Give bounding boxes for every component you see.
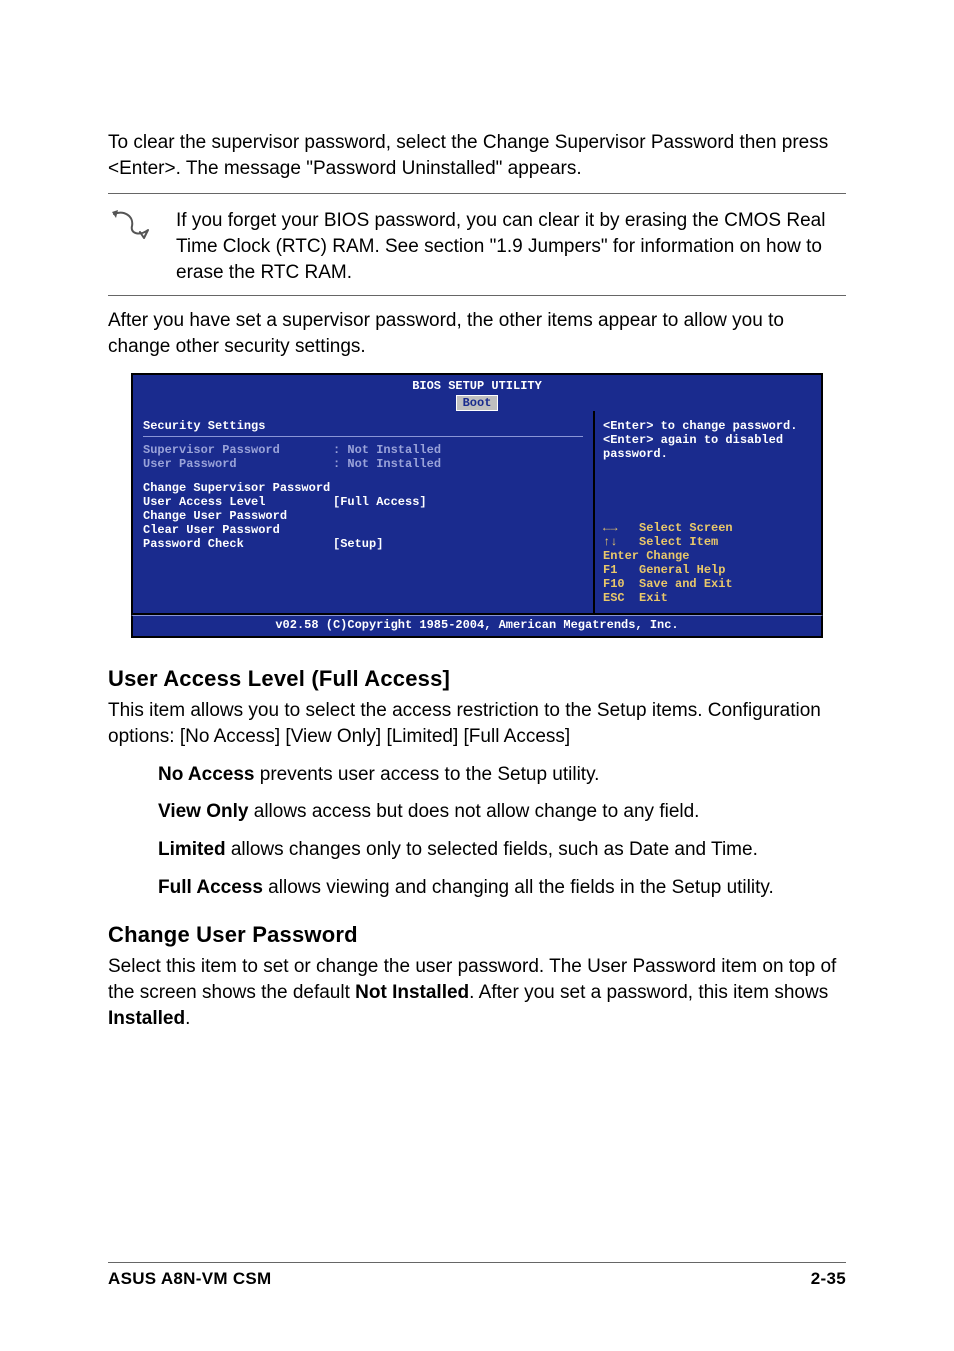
option-view-only-label: View Only xyxy=(158,801,248,822)
bios-clear-user: Clear User Password xyxy=(143,523,583,537)
bios-ual-value: [Full Access] xyxy=(333,495,427,509)
bios-key-f10: Save and Exit xyxy=(639,577,733,591)
option-view-only: View Only allows access but does not all… xyxy=(158,799,846,825)
note-text: If you forget your BIOS password, you ca… xyxy=(176,208,846,285)
bios-key-esc: Exit xyxy=(639,591,668,605)
option-view-only-body: allows access but does not allow change … xyxy=(248,801,699,822)
bios-user-value: : Not Installed xyxy=(333,457,441,471)
bios-supervisor-label: Supervisor Password xyxy=(143,443,333,457)
option-no-access: No Access prevents user access to the Se… xyxy=(158,762,846,788)
section-change-user-password-body: Select this item to set or change the us… xyxy=(108,954,846,1031)
bios-header: BIOS SETUP UTILITY Boot xyxy=(131,373,823,411)
option-full-access-label: Full Access xyxy=(158,877,263,898)
arrows-lr-icon: ←→ xyxy=(603,521,639,535)
option-limited: Limited allows changes only to selected … xyxy=(158,837,846,863)
bios-help-line2: <Enter> again to disabled password. xyxy=(603,433,813,461)
bios-tab-boot: Boot xyxy=(456,395,499,411)
bios-left-pane: Security Settings Supervisor Password : … xyxy=(133,411,595,613)
divider xyxy=(108,295,846,296)
bios-key-f1: General Help xyxy=(639,563,725,577)
section-user-access-level-body: This item allows you to select the acces… xyxy=(108,698,846,749)
bios-pwcheck-value: [Setup] xyxy=(333,537,383,551)
note-icon xyxy=(108,208,156,249)
bios-pwcheck-label: Password Check xyxy=(143,537,333,551)
cup-not-installed: Not Installed xyxy=(355,982,469,1003)
page-footer: ASUS A8N-VM CSM 2-35 xyxy=(108,1262,846,1289)
option-full-access: Full Access allows viewing and changing … xyxy=(158,875,846,901)
bios-title: BIOS SETUP UTILITY xyxy=(133,379,821,393)
bios-key-select-item: Select Item xyxy=(639,535,718,549)
bios-key-enter-label: Enter xyxy=(603,549,639,563)
bios-help-line1: <Enter> to change password. xyxy=(603,419,813,433)
option-full-access-body: allows viewing and changing all the fiel… xyxy=(263,877,774,898)
footer-page-number: 2-35 xyxy=(811,1269,846,1289)
bios-key-f10-label: F10 xyxy=(603,577,625,591)
note-row: If you forget your BIOS password, you ca… xyxy=(108,208,846,285)
arrows-ud-icon: ↑↓ xyxy=(603,535,639,549)
bios-change-supervisor: Change Supervisor Password xyxy=(143,481,583,495)
bios-right-pane: <Enter> to change password. <Enter> agai… xyxy=(595,411,821,613)
cup-p1c: . After you set a password, this item sh… xyxy=(469,982,828,1003)
after-paragraph: After you have set a supervisor password… xyxy=(108,308,846,359)
bios-supervisor-value: : Not Installed xyxy=(333,443,441,457)
footer-product: ASUS A8N-VM CSM xyxy=(108,1269,272,1289)
option-limited-label: Limited xyxy=(158,839,226,860)
bios-ual-label: User Access Level xyxy=(143,495,333,509)
section-change-user-password-heading: Change User Password xyxy=(108,922,846,948)
intro-paragraph: To clear the supervisor password, select… xyxy=(108,130,846,181)
section-user-access-level-heading: User Access Level (Full Access] xyxy=(108,666,846,692)
bios-change-user: Change User Password xyxy=(143,509,583,523)
bios-key-f1-label: F1 xyxy=(603,563,617,577)
bios-user-label: User Password xyxy=(143,457,333,471)
divider xyxy=(108,193,846,194)
bios-screenshot: BIOS SETUP UTILITY Boot Security Setting… xyxy=(131,373,823,638)
option-no-access-label: No Access xyxy=(158,764,254,785)
cup-installed: Installed xyxy=(108,1008,185,1029)
bios-key-esc-label: ESC xyxy=(603,591,625,605)
cup-p1e: . xyxy=(185,1008,190,1029)
bios-footer: v02.58 (C)Copyright 1985-2004, American … xyxy=(131,615,823,638)
bios-key-select-screen: Select Screen xyxy=(639,521,733,535)
bios-section-heading: Security Settings xyxy=(143,419,583,433)
option-limited-body: allows changes only to selected fields, … xyxy=(226,839,758,860)
bios-key-enter: Change xyxy=(646,549,689,563)
option-no-access-body: prevents user access to the Setup utilit… xyxy=(254,764,599,785)
